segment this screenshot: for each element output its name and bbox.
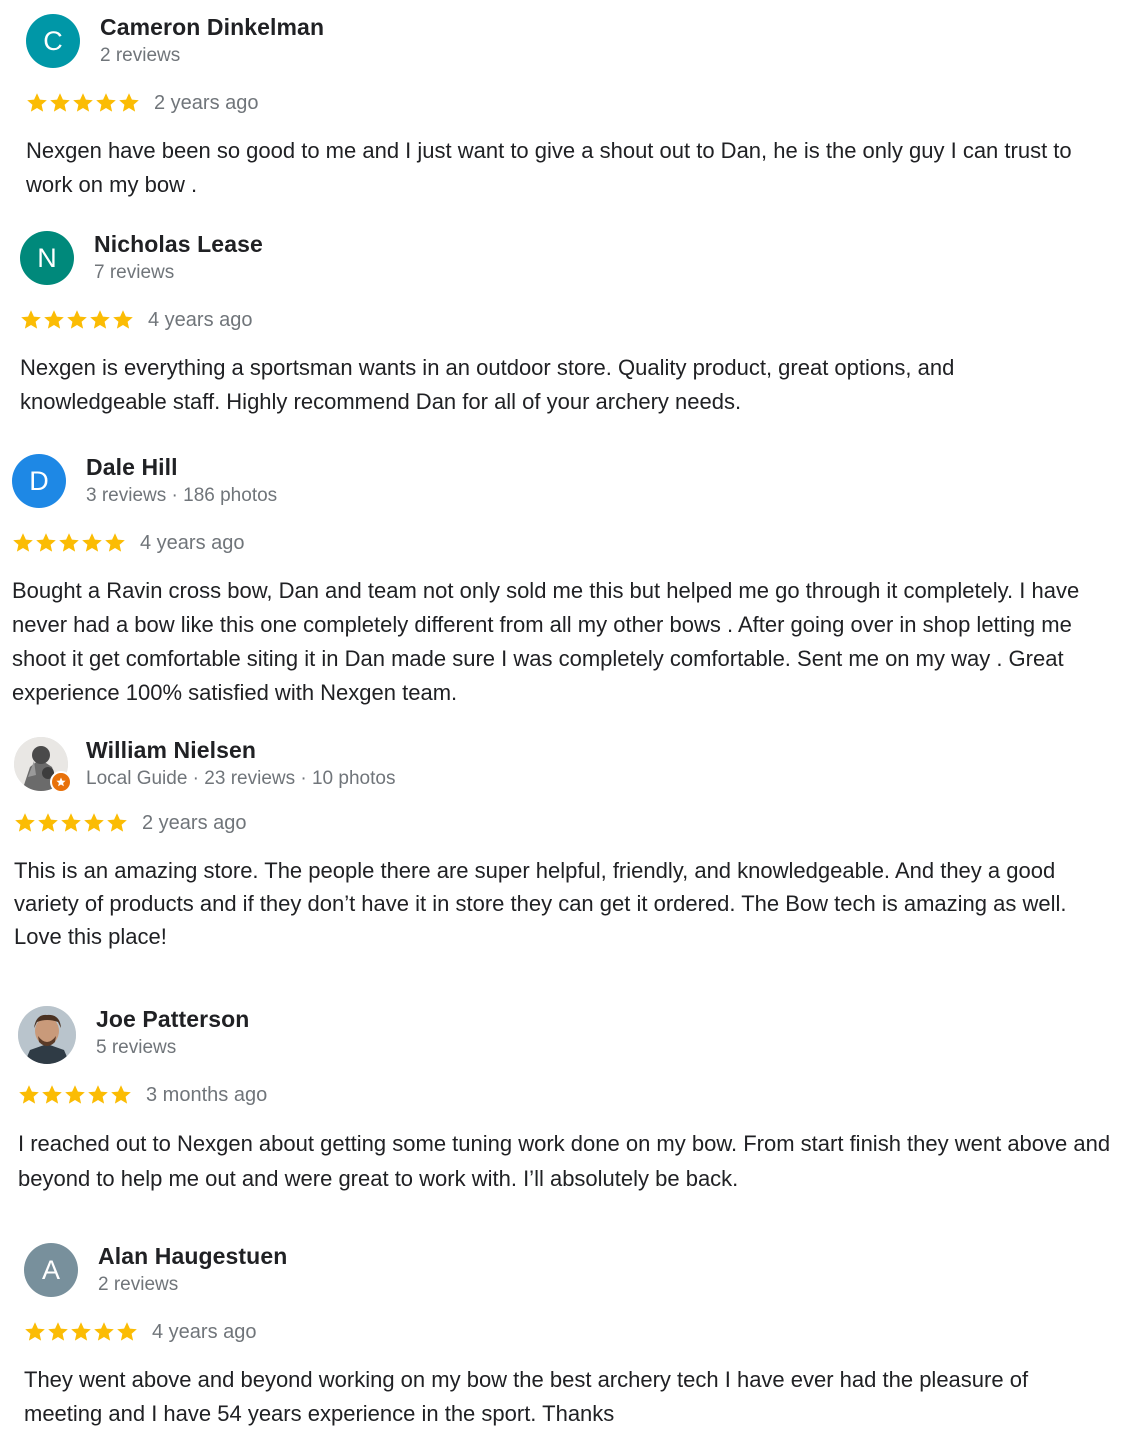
review-text: Nexgen have been so good to me and I jus… bbox=[26, 138, 1072, 197]
star-icon bbox=[117, 1322, 137, 1341]
star-icon bbox=[61, 813, 81, 832]
avatar-letter: D bbox=[29, 465, 49, 496]
star-icon bbox=[13, 533, 33, 552]
star-icon bbox=[67, 310, 87, 329]
reviewer-name[interactable]: Joe Patterson bbox=[96, 1006, 249, 1033]
star-rating bbox=[12, 532, 126, 554]
rating-row: 2 years ago bbox=[14, 808, 1124, 838]
reviewer-name[interactable]: Cameron Dinkelman bbox=[100, 14, 324, 41]
star-icon bbox=[44, 310, 64, 329]
star-icon bbox=[90, 310, 110, 329]
review-card: Joe Patterson 5 reviews 3 months ago I r… bbox=[18, 1006, 1128, 1196]
review-text: Bought a Ravin cross bow, Dan and team n… bbox=[12, 578, 1080, 705]
rating-row: 3 months ago bbox=[18, 1080, 1128, 1110]
avatar[interactable]: A bbox=[24, 1243, 78, 1297]
reviewer-name[interactable]: Nicholas Lease bbox=[94, 231, 263, 258]
review-header: C Cameron Dinkelman 2 reviews bbox=[26, 14, 1136, 76]
reviewer-name[interactable]: Alan Haugestuen bbox=[98, 1243, 287, 1270]
review-time: 4 years ago bbox=[140, 531, 245, 554]
star-icon bbox=[71, 1322, 91, 1341]
star-rating bbox=[14, 812, 128, 834]
star-icon bbox=[27, 93, 47, 112]
review-card: William Nielsen Local Guide · 23 reviews… bbox=[14, 737, 1124, 953]
review-header: Joe Patterson 5 reviews bbox=[18, 1006, 1128, 1068]
star-rating bbox=[24, 1321, 138, 1343]
review-card: N Nicholas Lease 7 reviews 4 years ago N… bbox=[20, 231, 1130, 419]
review-text: Nexgen is everything a sportsman wants i… bbox=[20, 355, 955, 414]
rating-row: 4 years ago bbox=[20, 305, 1130, 335]
avatar[interactable]: N bbox=[20, 231, 74, 285]
review-time: 2 years ago bbox=[154, 91, 259, 114]
review-text: This is an amazing store. The people the… bbox=[14, 858, 1067, 949]
review-header: A Alan Haugestuen 2 reviews bbox=[24, 1243, 1134, 1305]
reviewer-meta: 7 reviews bbox=[94, 262, 175, 283]
avatar[interactable] bbox=[18, 1006, 76, 1064]
review-time: 2 years ago bbox=[142, 811, 247, 834]
star-icon bbox=[119, 93, 139, 112]
user-photo-icon bbox=[18, 1006, 76, 1064]
avatar-letter: C bbox=[43, 25, 63, 56]
reviewer-name[interactable]: Dale Hill bbox=[86, 454, 178, 481]
avatar-letter: A bbox=[41, 1254, 60, 1285]
star-icon bbox=[65, 1085, 85, 1104]
review-text: They went above and beyond working on my… bbox=[24, 1367, 1029, 1426]
review-card: C Cameron Dinkelman 2 reviews 2 years ag… bbox=[26, 14, 1136, 202]
reviewer-meta: 2 reviews bbox=[98, 1274, 179, 1295]
reviewer-meta: 3 reviews · 186 photos bbox=[86, 485, 278, 506]
star-icon bbox=[105, 533, 125, 552]
star-icon bbox=[21, 310, 41, 329]
review-time: 4 years ago bbox=[148, 308, 253, 331]
rating-row: 4 years ago bbox=[24, 1317, 1134, 1347]
star-rating bbox=[20, 309, 134, 331]
rating-row: 4 years ago bbox=[12, 528, 1122, 558]
review-card: A Alan Haugestuen 2 reviews 4 years ago … bbox=[24, 1243, 1134, 1431]
star-icon bbox=[59, 533, 79, 552]
star-icon bbox=[48, 1322, 68, 1341]
review-text: I reached out to Nexgen about getting so… bbox=[18, 1131, 1111, 1191]
review-header: D Dale Hill 3 reviews · 186 photos bbox=[12, 454, 1122, 516]
avatar[interactable]: D bbox=[12, 454, 66, 508]
review-header: N Nicholas Lease 7 reviews bbox=[20, 231, 1130, 293]
star-icon bbox=[111, 1085, 131, 1104]
star-rating bbox=[18, 1084, 132, 1106]
reviewer-meta: 5 reviews bbox=[96, 1037, 177, 1058]
star-icon bbox=[82, 533, 102, 552]
star-icon bbox=[36, 533, 56, 552]
rating-row: 2 years ago bbox=[26, 88, 1136, 118]
reviewer-meta: Local Guide · 23 reviews · 10 photos bbox=[86, 768, 396, 789]
star-icon bbox=[84, 813, 104, 832]
star-icon bbox=[94, 1322, 114, 1341]
reviewer-meta: 2 reviews bbox=[100, 45, 181, 66]
star-icon bbox=[107, 813, 127, 832]
review-card: D Dale Hill 3 reviews · 186 photos 4 yea… bbox=[12, 454, 1122, 710]
review-time: 3 months ago bbox=[146, 1083, 268, 1106]
reviewer-name[interactable]: William Nielsen bbox=[86, 737, 256, 764]
local-guide-badge-icon bbox=[50, 771, 72, 793]
review-time: 4 years ago bbox=[152, 1320, 257, 1343]
star-icon bbox=[25, 1322, 45, 1341]
star-icon bbox=[50, 93, 70, 112]
review-header: William Nielsen Local Guide · 23 reviews… bbox=[14, 737, 1124, 799]
star-icon bbox=[15, 813, 35, 832]
star-icon bbox=[88, 1085, 108, 1104]
avatar[interactable]: C bbox=[26, 14, 80, 68]
avatar[interactable] bbox=[14, 737, 72, 793]
star-icon bbox=[38, 813, 58, 832]
star-rating bbox=[26, 92, 140, 114]
star-icon bbox=[113, 310, 133, 329]
avatar-letter: N bbox=[37, 242, 57, 273]
star-icon bbox=[19, 1085, 39, 1104]
star-icon bbox=[96, 93, 116, 112]
star-icon bbox=[42, 1085, 62, 1104]
star-icon bbox=[73, 93, 93, 112]
